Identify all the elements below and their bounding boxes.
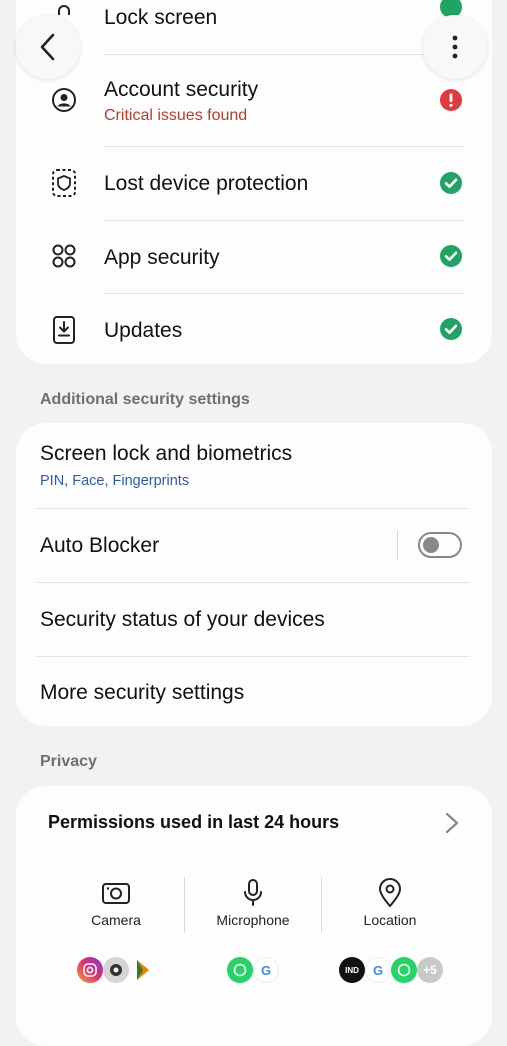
- lock-screen-label: Lock screen: [104, 6, 218, 29]
- list-item-updates[interactable]: Updates: [16, 295, 492, 365]
- list-item-auto-blocker[interactable]: Auto Blocker: [16, 510, 492, 582]
- google-app-icon: G: [365, 957, 391, 983]
- list-item-screen-lock-biometrics[interactable]: Screen lock and biometrics PIN, Face, Fi…: [16, 423, 492, 509]
- more-options-button[interactable]: [423, 15, 487, 79]
- list-item-lock-screen[interactable]: Lock screen: [16, 0, 492, 42]
- shield-device-icon: [50, 169, 78, 197]
- more-vertical-icon: [452, 35, 458, 59]
- critical-alert-icon: [440, 89, 462, 111]
- system-update-icon: [50, 316, 78, 344]
- ok-check-icon: [440, 318, 462, 340]
- ok-check-icon: [440, 245, 462, 267]
- whatsapp-app-icon: [227, 957, 253, 983]
- list-item-app-security[interactable]: App security: [16, 222, 492, 294]
- section-header-additional: Additional security settings: [40, 391, 250, 408]
- screen-lock-sublabel: PIN, Face, Fingerprints: [40, 473, 190, 489]
- divider: [36, 508, 470, 509]
- camera-label: Camera: [91, 912, 141, 928]
- pay-app-icon: [129, 957, 155, 983]
- apps-grid-icon: [50, 242, 78, 270]
- camera-app-icon: [103, 957, 129, 983]
- account-security-label: Account security: [104, 78, 259, 101]
- account-security-sublabel: Critical issues found: [104, 107, 248, 124]
- security-status-devices-label: Security status of your devices: [40, 608, 325, 631]
- more-security-settings-label: More security settings: [40, 681, 245, 704]
- divider-vertical: [397, 530, 398, 560]
- divider: [104, 146, 465, 147]
- chevron-left-icon: [40, 33, 55, 61]
- ok-check-icon: [440, 172, 462, 194]
- chevron-right-icon[interactable]: [444, 811, 460, 835]
- toggle-knob: [423, 537, 439, 553]
- list-item-security-status-devices[interactable]: Security status of your devices: [16, 584, 492, 656]
- divider: [104, 293, 465, 294]
- microphone-icon: [244, 879, 262, 906]
- auto-blocker-toggle[interactable]: [418, 532, 462, 558]
- divider: [104, 54, 465, 55]
- section-header-privacy: Privacy: [40, 753, 97, 770]
- location-label: Location: [363, 912, 417, 928]
- permission-location[interactable]: Location: [330, 878, 450, 928]
- lost-device-protection-label: Lost device protection: [104, 172, 309, 195]
- divider-vertical: [184, 877, 185, 933]
- microphone-label: Microphone: [216, 912, 290, 928]
- permission-camera[interactable]: Camera: [56, 878, 176, 928]
- list-item-lost-device-protection[interactable]: Lost device protection: [16, 148, 492, 220]
- permissions-title[interactable]: Permissions used in last 24 hours: [48, 812, 339, 833]
- permission-microphone[interactable]: Microphone: [193, 878, 313, 928]
- account-circle-icon: [50, 86, 78, 114]
- app-security-label: App security: [104, 246, 220, 269]
- auto-blocker-label: Auto Blocker: [40, 534, 160, 557]
- list-item-more-security-settings[interactable]: More security settings: [16, 658, 492, 726]
- indmoney-app-icon: IND: [339, 957, 365, 983]
- camera-icon: [102, 883, 130, 904]
- more-apps-badge: +5: [417, 957, 443, 983]
- location-pin-icon: [378, 878, 402, 908]
- instagram-app-icon: [77, 957, 103, 983]
- divider-vertical: [321, 877, 322, 933]
- screen-lock-label: Screen lock and biometrics: [40, 442, 293, 465]
- divider: [36, 582, 470, 583]
- google-app-icon: G: [253, 957, 279, 983]
- divider: [104, 220, 465, 221]
- list-item-account-security[interactable]: Account security Critical issues found: [16, 70, 492, 140]
- updates-label: Updates: [104, 319, 183, 342]
- whatsapp-app-icon: [391, 957, 417, 983]
- back-button[interactable]: [16, 15, 80, 79]
- divider: [36, 656, 470, 657]
